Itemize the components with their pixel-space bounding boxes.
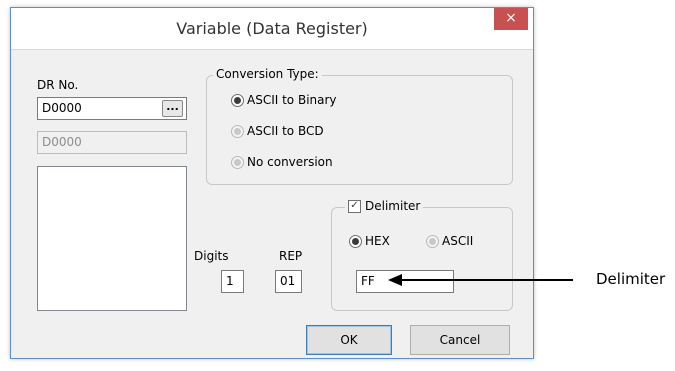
dr-no-label: DR No. xyxy=(37,78,79,92)
check-icon: ✓ xyxy=(348,199,361,213)
radio-unselected-icon xyxy=(231,124,244,138)
callout-line xyxy=(398,279,573,281)
ok-button[interactable]: OK xyxy=(306,325,392,355)
radio-selected-icon xyxy=(349,234,362,248)
delimiter-group xyxy=(331,207,513,311)
radio-hex-label: HEX xyxy=(365,234,390,248)
radio-ascii[interactable]: ASCII xyxy=(426,234,473,248)
description-box[interactable] xyxy=(37,166,187,311)
radio-ascii-to-bcd-label: ASCII to BCD xyxy=(247,124,324,138)
browse-button[interactable]: ... xyxy=(162,100,183,117)
delimiter-input[interactable]: FF xyxy=(356,270,454,293)
radio-selected-icon xyxy=(231,93,244,107)
radio-no-conversion[interactable]: No conversion xyxy=(231,155,333,169)
close-icon: × xyxy=(505,10,517,26)
cancel-button[interactable]: Cancel xyxy=(410,325,510,355)
digits-label: Digits xyxy=(194,249,229,263)
delimiter-checkbox-label: Delimiter xyxy=(365,199,421,213)
radio-no-conversion-label: No conversion xyxy=(247,155,333,169)
radio-ascii-to-binary-label: ASCII to Binary xyxy=(247,93,337,107)
delimiter-checkbox[interactable]: ✓ Delimiter xyxy=(345,199,424,213)
rep-label: REP xyxy=(279,249,303,263)
conversion-type-title: Conversion Type: xyxy=(213,67,322,81)
title-bar: Variable (Data Register) × xyxy=(11,8,533,50)
window-title: Variable (Data Register) xyxy=(176,19,368,38)
close-button[interactable]: × xyxy=(494,8,528,30)
radio-ascii-to-binary[interactable]: ASCII to Binary xyxy=(231,93,337,107)
dialog-window: Variable (Data Register) × DR No. D0000 … xyxy=(10,7,534,359)
digits-input[interactable]: 1 xyxy=(221,270,244,293)
rep-input[interactable]: 01 xyxy=(275,270,302,293)
radio-ascii-label: ASCII xyxy=(442,234,474,248)
radio-ascii-to-bcd[interactable]: ASCII to BCD xyxy=(231,124,324,138)
radio-unselected-icon xyxy=(231,155,244,169)
dr-no-readonly-field: D0000 xyxy=(37,131,187,154)
callout-label: Delimiter xyxy=(596,270,666,288)
radio-hex[interactable]: HEX xyxy=(349,234,390,248)
radio-unselected-icon xyxy=(426,234,439,248)
